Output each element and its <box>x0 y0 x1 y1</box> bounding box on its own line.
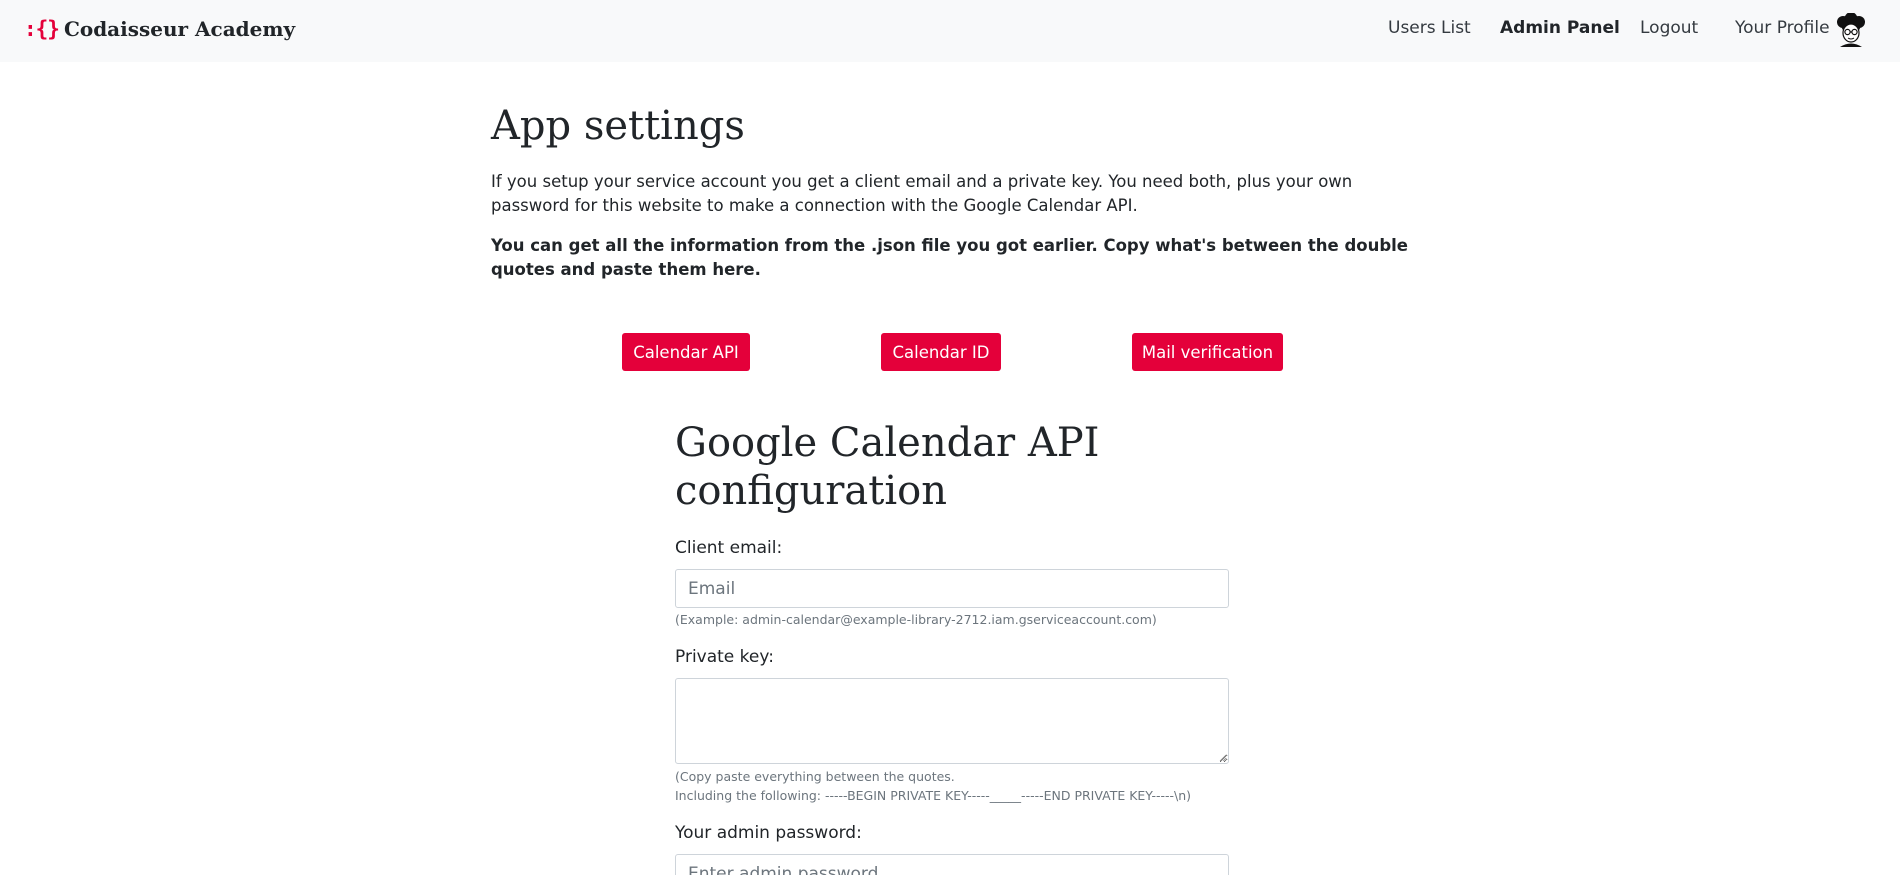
client-email-input[interactable] <box>675 569 1229 608</box>
calendar-api-button[interactable]: Calendar API <box>622 333 750 371</box>
client-email-hint: (Example: admin-calendar@example-library… <box>675 612 1157 627</box>
nav-link-users-list[interactable]: Users List <box>1388 18 1471 38</box>
nav-link-admin-panel[interactable]: Admin Panel <box>1500 18 1620 38</box>
private-key-textarea[interactable] <box>675 678 1229 764</box>
admin-password-input[interactable] <box>675 854 1229 875</box>
mail-verification-button[interactable]: Mail verification <box>1132 333 1283 371</box>
brand-logo-icon: :{} <box>24 17 60 41</box>
calendar-id-button[interactable]: Calendar ID <box>881 333 1001 371</box>
top-navbar: :{} Codaisseur Academy Users List Admin … <box>0 0 1900 62</box>
nav-link-your-profile[interactable]: Your Profile <box>1735 18 1830 38</box>
private-key-hint-line2: Including the following: -----BEGIN PRIV… <box>675 788 1192 803</box>
nav-link-logout[interactable]: Logout <box>1640 18 1698 38</box>
client-email-label: Client email: <box>675 538 783 558</box>
brand-link[interactable]: :{} Codaisseur Academy <box>24 17 295 41</box>
intro-text: If you setup your service account you ge… <box>491 172 1353 215</box>
private-key-label: Private key: <box>675 647 774 667</box>
profile-avatar-icon[interactable] <box>1834 13 1868 47</box>
admin-password-label: Your admin password: <box>675 823 862 843</box>
page-title: App settings <box>491 103 745 149</box>
intro-instructions: You can get all the information from the… <box>491 236 1408 279</box>
private-key-hint-line1: (Copy paste everything between the quote… <box>675 769 955 784</box>
brand-name: Codaisseur Academy <box>63 17 296 41</box>
form-title: Google Calendar API configuration <box>675 420 1100 514</box>
